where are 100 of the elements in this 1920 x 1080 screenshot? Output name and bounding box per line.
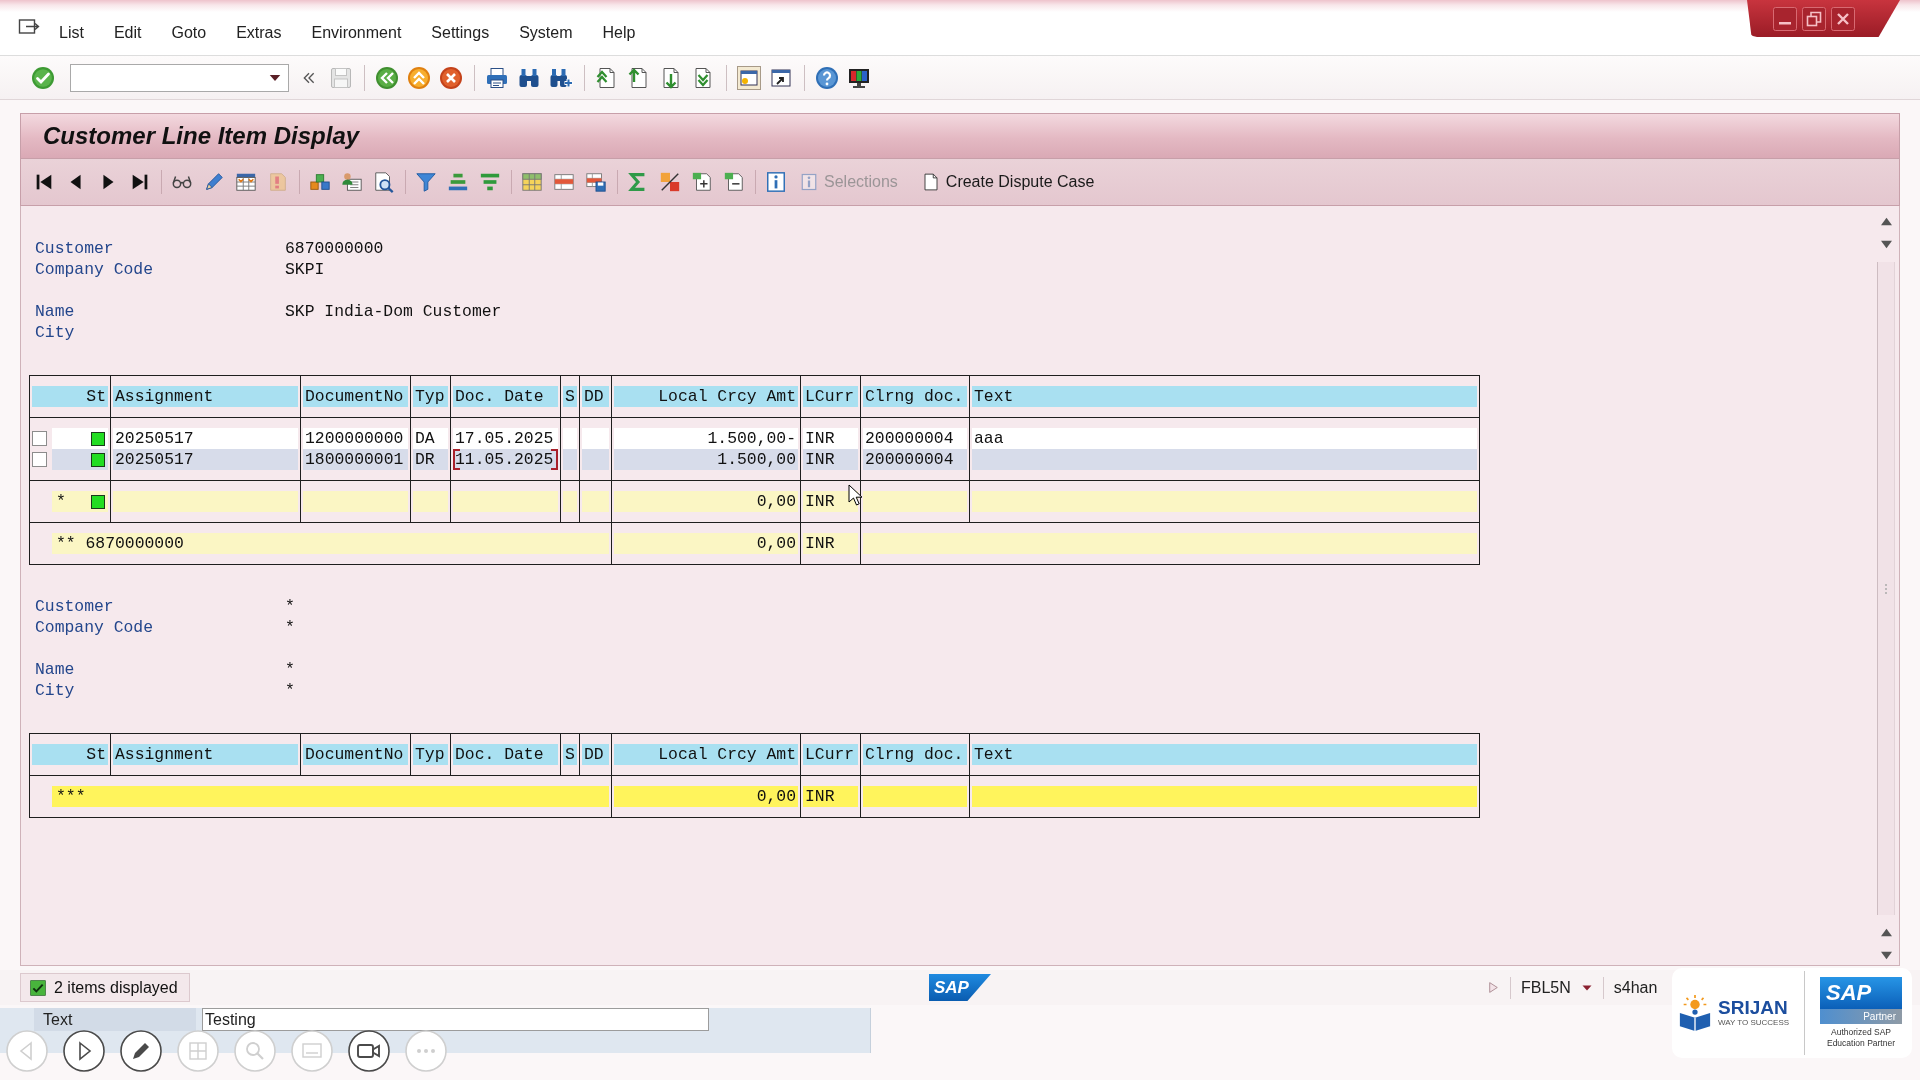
menu-item[interactable]: System [519, 23, 573, 43]
field-value: * [285, 596, 295, 617]
up-chevrons-circle-icon[interactable] [407, 65, 431, 90]
menu-item[interactable]: Extras [236, 23, 282, 43]
help-icon[interactable] [815, 65, 839, 90]
menu-item[interactable]: Goto [171, 23, 207, 43]
filter-icon[interactable] [415, 171, 437, 193]
video-camera-icon[interactable] [348, 1030, 390, 1072]
table-cell [563, 449, 577, 470]
row-label: *** [56, 786, 86, 807]
scroll-down-icon[interactable] [1879, 950, 1893, 961]
field-label: City [35, 680, 76, 701]
menu-item[interactable]: Edit [113, 23, 142, 43]
column-header: Clrng doc. [863, 386, 967, 407]
table-cell: INR [803, 786, 858, 807]
table-cell: 20250517 [113, 449, 298, 470]
table-cell: 1.500,00 [614, 449, 798, 470]
play-icon[interactable] [63, 1030, 105, 1072]
pencil-icon[interactable] [203, 171, 225, 193]
scroll-up-icon[interactable] [1879, 927, 1893, 938]
menu-item[interactable]: Settings [431, 23, 490, 43]
field-value: SKPI [285, 259, 325, 280]
column-header: S [563, 744, 577, 765]
table-cell: INR [803, 533, 858, 554]
text-field[interactable]: Testing [202, 1008, 709, 1031]
table-cell [582, 491, 609, 512]
document-minus-icon[interactable] [723, 171, 745, 193]
back-icon[interactable] [375, 65, 399, 90]
screen-title: Customer Line Item Display [43, 122, 360, 150]
checkbox[interactable] [32, 431, 47, 446]
column-header: Local Crcy Amt [614, 744, 798, 765]
checkbox[interactable] [32, 452, 47, 467]
field-label: Name [35, 301, 76, 322]
table-cell: 1.500,00- [614, 428, 798, 449]
table-cell: 20250517 [113, 428, 298, 449]
menu-item[interactable]: List [59, 23, 84, 43]
table-cell [563, 428, 577, 449]
blocks-icon[interactable] [309, 171, 331, 193]
table-cell: 0,00 [614, 786, 798, 807]
table-cell: 0,00 [614, 491, 798, 512]
scroll-up-icon[interactable] [1879, 216, 1893, 227]
field-value: SKP India-Dom Customer [285, 301, 502, 322]
column-header: S [563, 386, 577, 407]
close-icon[interactable] [1831, 6, 1855, 31]
scroll-down-icon[interactable] [1879, 239, 1893, 250]
field-label: Text [34, 1008, 196, 1031]
sort-ascending-icon[interactable] [447, 171, 469, 193]
toolbar-button[interactable]: Create Dispute Case [921, 167, 1095, 197]
row-label: ** 6870000000 [56, 533, 184, 554]
transaction-code[interactable]: FBL5N [1521, 978, 1571, 997]
table-cell: INR [803, 449, 858, 470]
contact-card-icon[interactable] [341, 171, 363, 193]
table-cell: 0,00 [614, 533, 798, 554]
field-label: City [35, 322, 76, 343]
scrollbar-track[interactable] [1877, 262, 1895, 915]
logo-tagline: WAY TO SUCCESS [1718, 1018, 1790, 1028]
column-header: St [32, 386, 108, 407]
pen-icon[interactable] [120, 1030, 162, 1072]
table-cell [582, 449, 609, 470]
table-cell [563, 491, 577, 512]
printer-icon[interactable] [485, 65, 509, 90]
check-icon[interactable] [31, 65, 55, 90]
table-cell: 17.05.2025 [453, 428, 558, 449]
table-cell [582, 428, 609, 449]
menu-item[interactable]: Help [602, 23, 636, 43]
table-cell: 1200000000 [303, 428, 408, 449]
menu-icon[interactable] [18, 17, 40, 37]
command-field[interactable] [70, 63, 289, 92]
column-header: Clrng doc. [863, 744, 967, 765]
column-header: DocumentNo [303, 744, 408, 765]
column-header: Text [972, 744, 1477, 765]
field-value: * [285, 680, 295, 701]
field-label: Company Code [35, 259, 155, 280]
pointer-icon [848, 484, 863, 506]
table-cell: aaa [972, 428, 1477, 449]
document-plus-icon[interactable] [691, 171, 713, 193]
restore-icon[interactable] [1802, 6, 1826, 31]
cancel-icon[interactable] [439, 65, 463, 90]
field-label: Company Code [35, 617, 155, 638]
column-header: Assignment [113, 386, 298, 407]
logo: SAP [929, 974, 991, 1001]
column-header: Text [972, 386, 1477, 407]
info-icon[interactable] [765, 171, 787, 193]
squares-diagonal-icon[interactable] [659, 171, 681, 193]
menu-item[interactable]: Environment [311, 23, 402, 43]
table-arrows-icon[interactable] [235, 171, 257, 193]
column-header: Typ [413, 386, 448, 407]
column-header: LCurr [803, 744, 858, 765]
document-icon [921, 172, 940, 192]
minimize-icon[interactable] [1773, 6, 1797, 31]
column-header: Assignment [113, 744, 298, 765]
table-cell: INR [803, 428, 858, 449]
document-search-icon[interactable] [373, 171, 395, 193]
table-floppy-icon[interactable] [585, 171, 607, 193]
column-header: Typ [413, 744, 448, 765]
book-sun-logo-icon [1678, 994, 1712, 1032]
table-cell: 11.05.2025 [453, 449, 558, 470]
field-label: Name [35, 659, 76, 680]
table-icon[interactable] [521, 171, 543, 193]
table-highlight-row-icon[interactable] [553, 171, 575, 193]
